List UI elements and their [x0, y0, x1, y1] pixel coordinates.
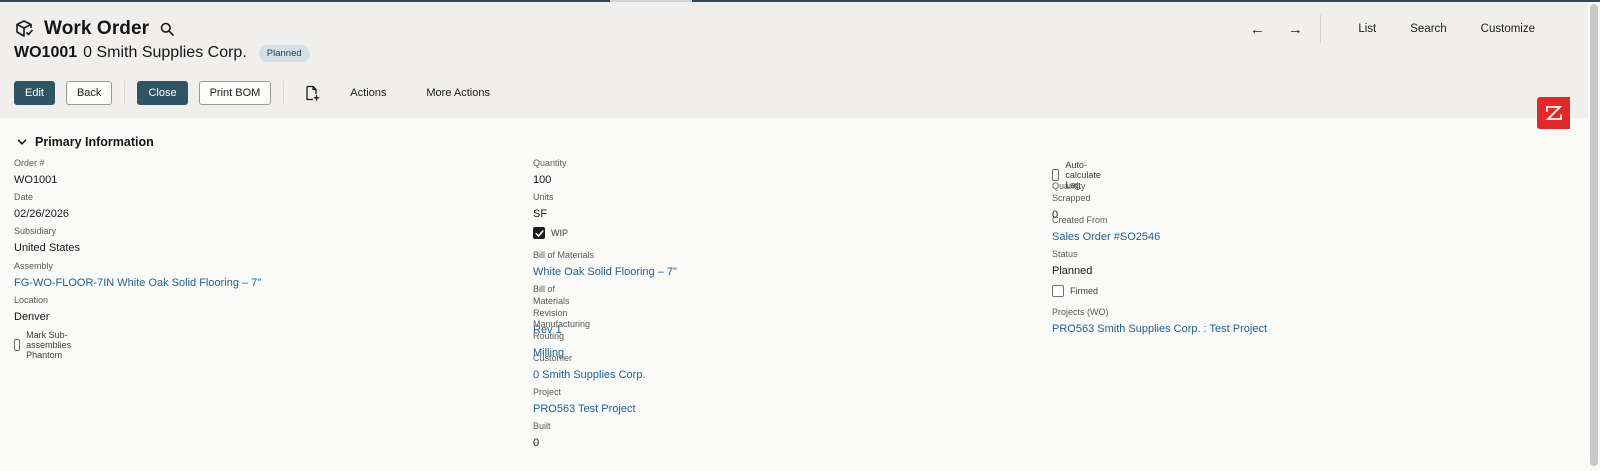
mark-phantom-checkbox-row: Mark Sub-assemblies Phantom [14, 330, 77, 360]
search-icon[interactable] [160, 21, 176, 37]
search-link[interactable]: Search [1393, 23, 1463, 35]
toolbar-divider [283, 81, 285, 105]
edit-button[interactable]: Edit [14, 81, 55, 105]
checkmark-icon [534, 229, 544, 237]
new-document-icon[interactable] [304, 84, 322, 102]
field-label: Location [14, 295, 49, 305]
collapse-ribbon-icon[interactable] [1537, 97, 1570, 129]
project-link[interactable]: PRO563 Test Project [533, 402, 636, 416]
print-bom-button[interactable]: Print BOM [198, 81, 272, 105]
field-label: Date [14, 192, 34, 202]
assembly-link[interactable]: FG-WO-FLOOR-7IN White Oak Solid Flooring… [14, 276, 261, 290]
record-name: 0 Smith Supplies Corp. [83, 44, 247, 61]
firmed-checkbox[interactable] [1052, 285, 1064, 297]
field-units: Units SF [533, 191, 554, 221]
section-title: Primary Information [35, 135, 154, 149]
section-header-primary-information[interactable]: Primary Information [16, 133, 154, 151]
field-order-number: Order # WO1001 [14, 157, 57, 187]
toolbar-divider [124, 81, 126, 105]
field-label: Project [533, 387, 562, 397]
arrow-left-icon[interactable]: ← [1244, 16, 1270, 42]
created-from-link[interactable]: Sales Order #SO2546 [1052, 230, 1160, 244]
field-label: Quantity [533, 158, 567, 168]
field-value: 02/26/2026 [14, 208, 70, 220]
mark-phantom-checkbox[interactable] [14, 339, 21, 351]
field-label: Quantity Scrapped [1052, 181, 1091, 203]
title-row: Work Order [14, 16, 176, 42]
field-value: 100 [533, 174, 552, 186]
checkbox-label: Mark Sub-assemblies Phantom [26, 330, 72, 360]
field-projects-wo: Projects (WO) PRO563 Smith Supplies Corp… [1052, 306, 1267, 336]
field-quantity: Quantity 100 [533, 157, 567, 187]
actions-menu[interactable]: Actions [350, 87, 386, 99]
scrollbar-thumb[interactable] [1590, 4, 1598, 466]
field-value: WO1001 [14, 174, 58, 186]
nav-divider [1320, 15, 1322, 43]
page-title: Work Order [44, 18, 150, 39]
work-order-icon [14, 19, 34, 39]
field-label: Subsidiary [14, 226, 57, 236]
field-location: Location Denver [14, 294, 49, 324]
field-label: Customer [533, 353, 573, 363]
field-value: SF [533, 208, 548, 220]
field-label: Assembly [14, 261, 54, 271]
field-subsidiary: Subsidiary United States [14, 225, 80, 255]
field-value: Denver [14, 311, 50, 323]
close-button[interactable]: Close [137, 81, 188, 105]
record-row: WO1001 0 Smith Supplies Corp. Planned [14, 43, 310, 63]
field-value: United States [14, 242, 81, 254]
field-label: Manufacturing Routing [533, 319, 591, 341]
field-label: Created From [1052, 215, 1108, 225]
field-label: Units [533, 192, 554, 202]
field-customer: Customer 0 Smith Supplies Corp. [533, 352, 646, 382]
page-header: Work Order WO1001 0 Smith Supplies Corp.… [0, 2, 1600, 118]
field-built: Built 0 [533, 420, 551, 450]
wip-checkbox-row: WIP [533, 227, 568, 239]
field-value: 0 [533, 437, 540, 449]
field-label: Built [533, 421, 551, 431]
record-navigation: ← → List Search Customize [1244, 15, 1552, 43]
action-toolbar: Edit Back Close Print BOM Actions More A… [14, 81, 490, 105]
checkbox-label: Firmed [1070, 286, 1099, 296]
arrow-right-icon[interactable]: → [1282, 16, 1308, 42]
field-date: Date 02/26/2026 [14, 191, 69, 221]
field-label: Projects (WO) [1052, 307, 1109, 317]
back-button[interactable]: Back [65, 81, 113, 105]
field-assembly: Assembly FG-WO-FLOOR-7IN White Oak Solid… [14, 260, 261, 290]
field-label: Bill of Materials Revision [533, 284, 570, 318]
field-created-from: Created From Sales Order #SO2546 [1052, 214, 1160, 244]
firmed-checkbox-row: Firmed [1052, 285, 1098, 297]
status-badge: Planned [258, 44, 310, 62]
more-actions-menu[interactable]: More Actions [426, 87, 490, 99]
field-label: Status [1052, 249, 1078, 259]
checkbox-label: WIP [551, 228, 568, 238]
field-project: Project PRO563 Test Project [533, 386, 636, 416]
wip-checkbox[interactable] [533, 227, 545, 239]
bill-of-materials-link[interactable]: White Oak Solid Flooring – 7" [533, 265, 677, 279]
field-label: Bill of Materials [533, 250, 595, 260]
field-status: Status Planned [1052, 248, 1092, 278]
chevron-down-icon[interactable] [16, 136, 28, 148]
projects-wo-link[interactable]: PRO563 Smith Supplies Corp. : Test Proje… [1052, 322, 1267, 336]
record-id: WO1001 [14, 44, 78, 61]
list-link[interactable]: List [1341, 23, 1393, 35]
field-label: Order # [14, 158, 45, 168]
customer-link[interactable]: 0 Smith Supplies Corp. [533, 368, 646, 382]
field-value: Planned [1052, 265, 1093, 277]
customize-link[interactable]: Customize [1464, 23, 1552, 35]
field-bill-of-materials: Bill of Materials White Oak Solid Floori… [533, 249, 677, 279]
